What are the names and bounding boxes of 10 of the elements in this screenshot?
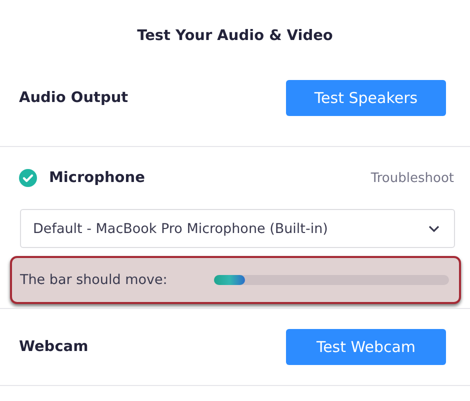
troubleshoot-link[interactable]: Troubleshoot bbox=[370, 170, 454, 186]
test-speakers-button[interactable]: Test Speakers bbox=[286, 80, 446, 116]
section-label: Webcam bbox=[19, 339, 88, 355]
section-label: Microphone bbox=[49, 170, 145, 186]
section-label: Audio Output bbox=[19, 90, 128, 106]
test-webcam-button[interactable]: Test Webcam bbox=[286, 329, 446, 365]
dialog-title: Test Your Audio & Video bbox=[136, 27, 334, 46]
meter-label: The bar should move: bbox=[20, 272, 168, 288]
microphone-select[interactable]: Default - MacBook Pro Microphone (Built-in) bbox=[20, 209, 455, 248]
chevron-down-icon bbox=[428, 224, 440, 232]
